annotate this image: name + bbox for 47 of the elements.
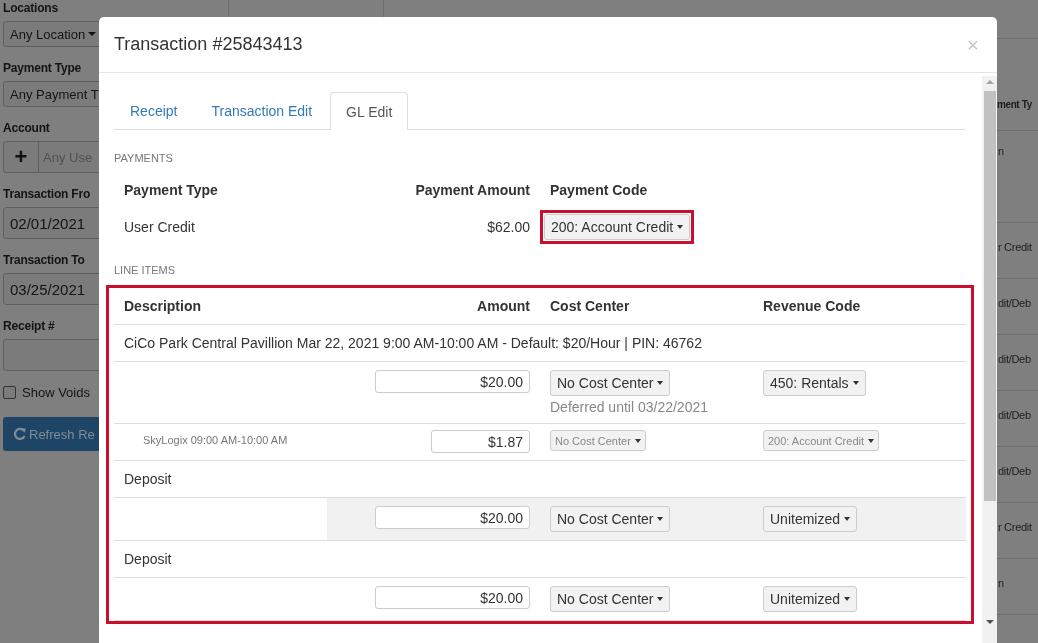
checkbox-label: Show Voids [22,385,90,400]
filter-label: Locations [3,0,59,16]
amount-input[interactable]: $20.00 [375,586,530,609]
revenue-code-select[interactable]: Unitemized [763,586,858,612]
filter-label: Payment Type [3,60,83,76]
section-heading: LINE ITEMS [114,263,177,277]
item-description: CiCo Park Central Pavillion Mar 22, 2021 9:00 AM-10:00 AM - Default: $20/Hour | PIN: 46762 [123,335,703,351]
date-field[interactable]: 02/01/2021 [3,207,99,239]
filter-label: Account [3,120,51,136]
filter-label: Transaction Fro [3,186,92,202]
modal-title: Transaction #25843413 [114,34,304,55]
payment-code-select[interactable]: 200: Account Credit [544,214,691,240]
revenue-code-select[interactable]: Unitemized [763,506,858,532]
column-header: Amount [476,298,531,314]
section-heading: PAYMENTS [114,151,174,165]
add-button[interactable]: + [4,142,39,172]
column-header: Description [123,298,202,314]
column-header: Cost Center [549,298,631,314]
checkbox[interactable] [3,386,16,399]
amount-input[interactable]: $1.87 [431,430,530,453]
cost-center-select[interactable]: No Cost Center [550,586,671,612]
filter-select[interactable]: Any Payment T [3,81,99,107]
tab[interactable]: GL Edit [330,92,409,130]
date-field[interactable]: 03/25/2021 [3,273,99,305]
column-header: Payment Type [123,181,219,198]
column-header: Payment Amount [414,181,531,198]
revenue-code-select[interactable]: 450: Rentals [763,370,866,396]
item-description: SkyLogix 09:00 AM-10:00 AM [142,433,289,446]
filter-label: Transaction To [3,252,86,268]
table-cell-text: $62.00 [486,219,531,235]
receipt-field[interactable] [3,339,99,371]
scrollbar[interactable] [982,76,997,643]
amount-input[interactable]: $20.00 [375,506,530,529]
cost-center-select[interactable]: No Cost Center [550,370,671,396]
amount-input[interactable]: $20.00 [375,370,530,393]
column-header: Revenue Code [762,298,862,314]
tab[interactable]: Transaction Edit [195,92,329,129]
item-description: Deposit [123,551,173,567]
deferred-note: Deferred until 03/22/2021 [550,399,709,415]
filter-select[interactable]: Any Location [3,21,99,47]
item-description: Deposit [123,471,173,487]
column-header: Payment Code [549,181,649,198]
table-cell-text: User Credit [123,219,196,235]
filter-label: Receipt # [3,318,56,334]
cost-center-select[interactable]: No Cost Center [550,506,671,532]
refresh-icon [13,427,26,441]
tab[interactable]: Receipt [114,92,194,129]
